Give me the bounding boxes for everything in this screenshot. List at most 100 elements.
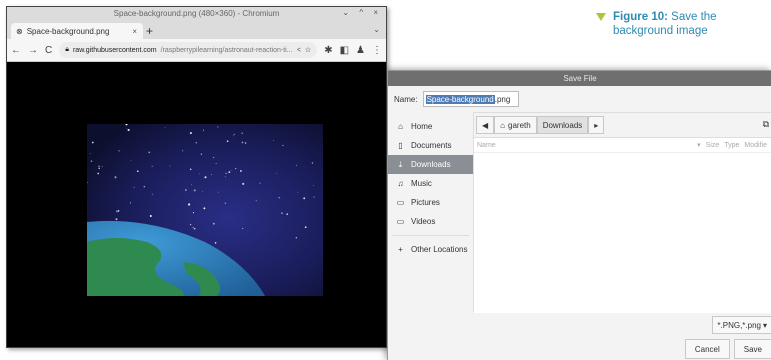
browser-tab[interactable]: ⊗ Space-background.png × bbox=[11, 23, 143, 39]
tab-strip: ⊗ Space-background.png × + ⌄ bbox=[7, 21, 386, 39]
plus-icon: + bbox=[398, 245, 403, 254]
column-name[interactable]: Name bbox=[477, 142, 692, 149]
star bbox=[151, 165, 153, 167]
path-back-button[interactable]: ◀ bbox=[476, 116, 495, 134]
column-type[interactable]: Type bbox=[724, 142, 739, 149]
file-type-filter[interactable]: *.PNG,*.png ▾ bbox=[712, 316, 771, 334]
place-label: Pictures bbox=[411, 198, 440, 207]
star bbox=[189, 132, 192, 135]
star bbox=[217, 126, 219, 128]
place-home[interactable]: ⌂ Home bbox=[388, 117, 473, 136]
star bbox=[98, 165, 100, 167]
filename-selection: Space-background bbox=[425, 94, 495, 104]
back-icon[interactable]: ← bbox=[11, 45, 21, 56]
column-size[interactable]: Size bbox=[706, 142, 720, 149]
new-tab-button[interactable]: + bbox=[146, 24, 153, 38]
filename-extension: .png bbox=[494, 94, 511, 104]
new-folder-icon[interactable]: ⧉ bbox=[763, 119, 769, 130]
save-button[interactable]: Save bbox=[733, 339, 771, 359]
star bbox=[213, 156, 215, 159]
crumb-label: Downloads bbox=[542, 120, 583, 130]
place-videos[interactable]: ▭ Videos bbox=[388, 212, 473, 231]
address-bar[interactable]: 🔒︎ raw.githubusercontent.com/raspberrypi… bbox=[59, 42, 318, 58]
star bbox=[192, 212, 195, 214]
reload-icon[interactable]: C bbox=[45, 45, 52, 56]
star bbox=[164, 126, 166, 128]
url-path: /raspberrypilearning/astronaut-reaction-… bbox=[160, 46, 293, 54]
sidepanel-icon[interactable]: ◧ bbox=[340, 45, 349, 56]
star bbox=[185, 189, 187, 191]
place-documents[interactable]: ▯ Documents bbox=[388, 136, 473, 155]
star bbox=[200, 153, 203, 155]
place-label: Other Locations bbox=[411, 245, 468, 254]
path-crumb-home[interactable]: ⌂ gareth bbox=[494, 116, 537, 134]
name-label: Name: bbox=[394, 94, 418, 104]
lock-icon: 🔒︎ bbox=[65, 46, 69, 53]
star bbox=[127, 128, 130, 132]
path-forward-button[interactable]: ▸ bbox=[588, 116, 605, 134]
cancel-button[interactable]: Cancel bbox=[684, 339, 730, 359]
star bbox=[203, 129, 205, 131]
filename-input[interactable]: Space-background .png bbox=[422, 91, 519, 107]
document-icon: ▯ bbox=[398, 141, 403, 150]
browser-titlebar: Space-background.png (480×360) - Chromiu… bbox=[7, 7, 386, 21]
path-crumb-downloads[interactable]: Downloads bbox=[536, 116, 589, 134]
file-list-header: Name ▾ Size Type Modifie bbox=[474, 138, 771, 153]
star bbox=[233, 133, 235, 136]
place-label: Home bbox=[411, 122, 433, 131]
star bbox=[90, 160, 93, 162]
place-pictures[interactable]: ▭ Pictures bbox=[388, 193, 473, 212]
star bbox=[255, 200, 257, 202]
tab-close-icon[interactable]: × bbox=[132, 27, 137, 36]
file-list: Name ▾ Size Type Modifie bbox=[474, 137, 771, 313]
home-icon: ⌂ bbox=[398, 122, 403, 131]
window-controls[interactable]: ⌄ ^ × bbox=[342, 8, 382, 17]
filter-value: *.PNG,*.png bbox=[717, 320, 761, 330]
menu-icon[interactable]: ⋮ bbox=[372, 45, 382, 56]
extensions-icon[interactable]: ✱ bbox=[324, 45, 332, 56]
star bbox=[189, 223, 192, 226]
star bbox=[151, 193, 153, 195]
star bbox=[241, 141, 244, 144]
star bbox=[143, 185, 146, 188]
star bbox=[101, 166, 103, 168]
profile-icon[interactable]: ♟ bbox=[356, 45, 365, 56]
share-icon[interactable]: < bbox=[297, 47, 301, 54]
star bbox=[181, 150, 184, 152]
place-music[interactable]: ♫ Music bbox=[388, 174, 473, 193]
download-icon: ⤓ bbox=[398, 159, 403, 169]
star bbox=[228, 171, 231, 174]
star bbox=[118, 150, 120, 152]
star bbox=[117, 210, 120, 212]
star bbox=[281, 212, 283, 214]
place-other-locations[interactable]: + Other Locations bbox=[388, 240, 473, 259]
star bbox=[199, 173, 201, 175]
dialog-title: Save File bbox=[388, 71, 771, 86]
star bbox=[195, 142, 197, 144]
browser-toolbar: ← → C 🔒︎ raw.githubusercontent.com/raspb… bbox=[7, 39, 386, 62]
column-modified[interactable]: Modifie bbox=[744, 142, 767, 149]
star bbox=[89, 153, 91, 154]
path-bar: ◀ ⌂ gareth Downloads ▸ ⧉ bbox=[476, 115, 771, 135]
tab-search-icon[interactable]: ⌄ bbox=[373, 25, 380, 34]
star bbox=[98, 167, 100, 169]
star bbox=[273, 139, 275, 141]
forward-icon[interactable]: → bbox=[28, 45, 38, 56]
bookmark-star-icon[interactable]: ☆ bbox=[305, 46, 311, 54]
star bbox=[97, 172, 100, 175]
star bbox=[225, 172, 227, 174]
filename-row: Name: Space-background .png bbox=[388, 86, 771, 113]
star bbox=[148, 151, 151, 154]
star bbox=[242, 227, 244, 229]
star bbox=[116, 210, 118, 213]
caption-line2: background image bbox=[613, 25, 708, 37]
star bbox=[126, 128, 128, 129]
star bbox=[129, 202, 131, 204]
bullet-triangle-icon bbox=[596, 13, 606, 21]
tab-title: Space-background.png bbox=[26, 26, 110, 36]
place-downloads[interactable]: ⤓ Downloads bbox=[388, 155, 473, 174]
star bbox=[311, 162, 314, 164]
caption-line1: Save the bbox=[671, 11, 717, 23]
star bbox=[244, 142, 247, 144]
star bbox=[114, 176, 117, 179]
